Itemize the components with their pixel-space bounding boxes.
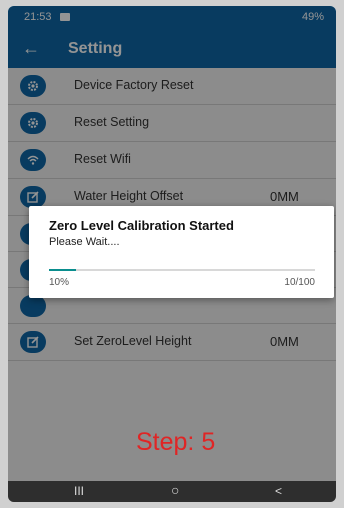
calibration-progress-dialog: Zero Level Calibration Started Please Wa… <box>29 206 334 298</box>
system-nav-bar: III ○ < <box>8 481 336 502</box>
dialog-title: Zero Level Calibration Started <box>49 218 234 233</box>
progress-track <box>49 269 315 271</box>
progress-percent: 10% <box>49 277 70 288</box>
home-icon[interactable]: ○ <box>171 483 179 497</box>
recents-icon[interactable]: III <box>74 484 84 498</box>
back-icon[interactable]: < <box>275 484 282 498</box>
progress-count: 10/100 <box>284 277 315 288</box>
step-caption: Step: 5 <box>136 428 216 456</box>
progress-fill <box>49 269 76 271</box>
phone-screen: 21:53 49% ← Setting Device Factory Reset… <box>8 6 336 502</box>
dialog-message: Please Wait.... <box>49 236 120 248</box>
